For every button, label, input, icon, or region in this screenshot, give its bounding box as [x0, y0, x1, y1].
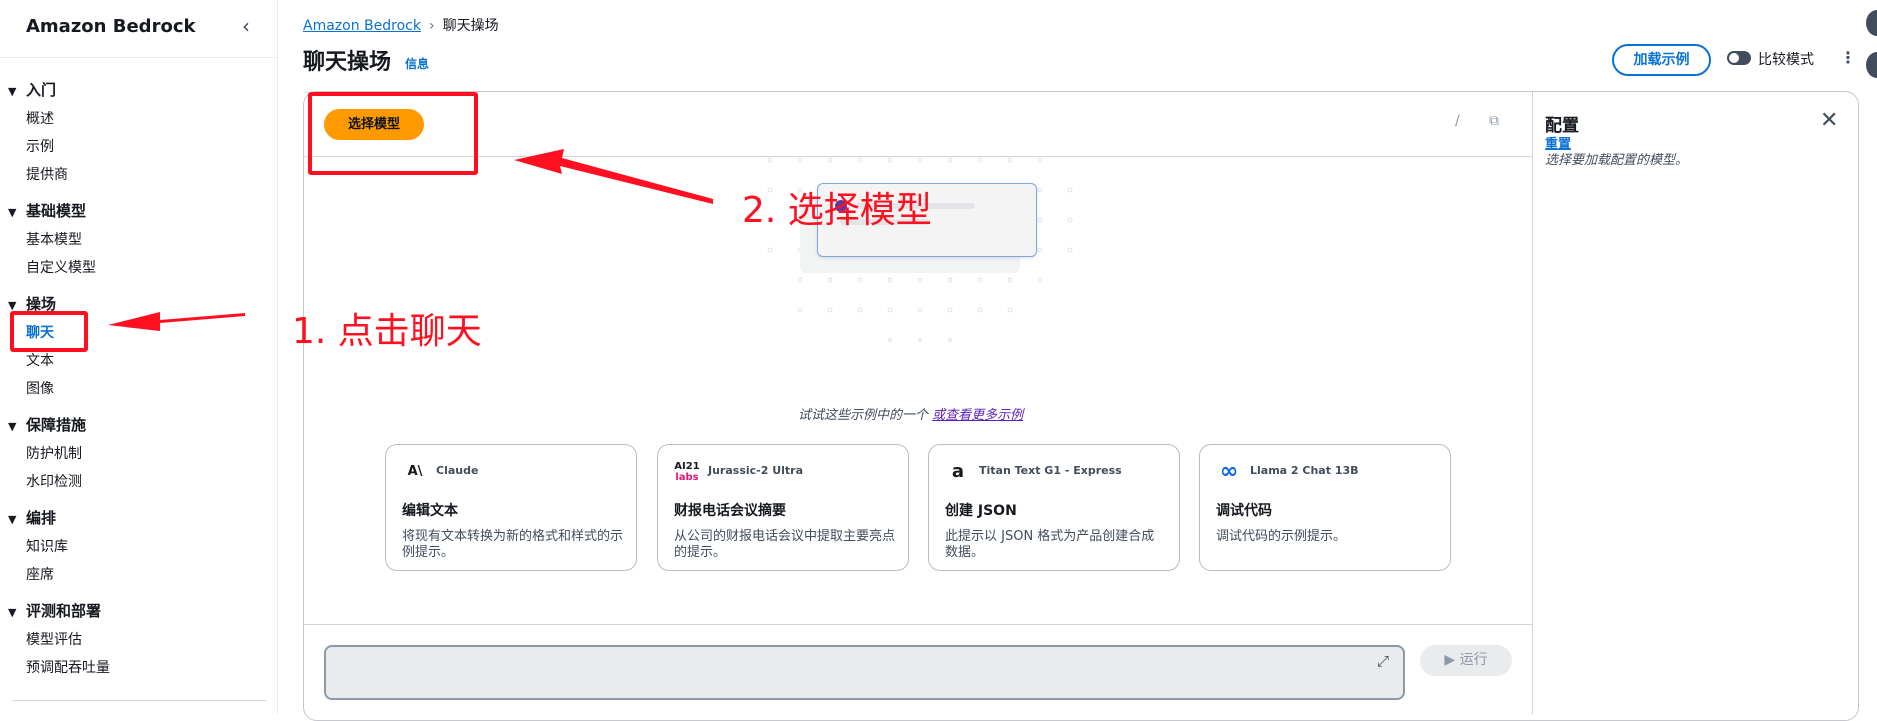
section-orchestration[interactable]: ▼ 编排 — [8, 507, 56, 528]
chat-input[interactable] — [324, 645, 1405, 700]
caret-down-icon: ▼ — [8, 513, 17, 526]
annotation-step1: 1. 点击聊天 — [292, 311, 482, 352]
card-model: Claude — [436, 464, 479, 477]
divider — [1532, 92, 1533, 714]
card-desc: 将现有文本转换为新的格式和样式的示例提示。 — [402, 529, 624, 560]
sidebar-item-text[interactable]: 文本 — [26, 350, 54, 370]
sidebar-divider — [12, 700, 266, 701]
divider — [304, 624, 1532, 625]
sidebar-item-model-evaluation[interactable]: 模型评估 — [26, 629, 82, 649]
card-desc: 此提示以 JSON 格式为产品创建合成数据。 — [945, 529, 1155, 560]
sidebar-title: Amazon Bedrock — [26, 16, 196, 37]
section-assessment[interactable]: ▼ 评测和部署 — [8, 600, 101, 621]
sidebar-item-knowledge-base[interactable]: 知识库 — [26, 536, 68, 556]
clear-brush-icon[interactable]: ∕ — [1455, 113, 1460, 129]
caret-down-icon: ▼ — [8, 420, 17, 433]
expand-icon[interactable]: ⤢ — [1377, 652, 1389, 670]
info-link[interactable]: 信息 — [405, 55, 429, 72]
ai21-logo-icon: AI21 labs — [674, 461, 700, 483]
sidebar-item-image[interactable]: 图像 — [26, 378, 54, 398]
caret-down-icon: ▼ — [8, 206, 17, 219]
more-options-icon[interactable]: ⋮ — [1840, 48, 1856, 67]
sidebar-item-custom-models[interactable]: 自定义模型 — [26, 257, 96, 277]
example-card[interactable]: a Titan Text G1 - Express 创建 JSON 此提示以 J… — [928, 444, 1180, 571]
breadcrumb-root-link[interactable]: Amazon Bedrock — [303, 18, 421, 34]
card-model: Llama 2 Chat 13B — [1250, 464, 1359, 477]
config-description: 选择要加载配置的模型。 — [1545, 153, 1689, 168]
sidebar-item-overview[interactable]: 概述 — [26, 108, 54, 128]
sidebar-item-watermark[interactable]: 水印检测 — [26, 471, 82, 491]
annotation-step2: 2. 选择模型 — [742, 190, 932, 231]
examples-prompt: 试试这些示例中的一个 或查看更多示例 — [798, 408, 1024, 423]
annotation-highlight-select-model — [308, 92, 478, 175]
card-title: 创建 JSON — [945, 503, 1017, 519]
card-model: Titan Text G1 - Express — [979, 464, 1122, 477]
caret-down-icon: ▼ — [8, 85, 17, 98]
example-card[interactable]: AI21 labs Jurassic-2 Ultra 财报电话会议摘要 从公司的财… — [657, 444, 909, 571]
sidebar-item-guardrails[interactable]: 防护机制 — [26, 443, 82, 463]
sidebar: Amazon Bedrock ‹ ▼ 入门 概述 示例 提供商 ▼ 基础模型 基本模… — [0, 0, 278, 714]
toggle-knob — [1729, 53, 1739, 63]
card-title: 调试代码 — [1216, 503, 1272, 519]
amazon-logo-icon: a — [951, 461, 965, 482]
card-model: Jurassic-2 Ultra — [708, 464, 804, 477]
section-getting-started[interactable]: ▼ 入门 — [8, 79, 56, 100]
example-card[interactable]: ∞ Llama 2 Chat 13B 调试代码 调试代码的示例提示。 — [1199, 444, 1451, 571]
view-more-examples-link[interactable]: 或查看更多示例 — [932, 408, 1023, 423]
compare-mode-toggle[interactable] — [1727, 51, 1751, 65]
load-examples-button[interactable]: 加载示例 — [1612, 44, 1711, 76]
section-foundation-models[interactable]: ▼ 基础模型 — [8, 200, 86, 221]
compare-mode-label: 比较模式 — [1758, 52, 1814, 68]
card-title: 编辑文本 — [402, 503, 458, 519]
close-icon[interactable]: ✕ — [1820, 108, 1838, 133]
sidebar-item-providers[interactable]: 提供商 — [26, 164, 68, 184]
meta-logo-icon: ∞ — [1219, 459, 1239, 484]
section-safeguards[interactable]: ▼ 保障措施 — [8, 414, 86, 435]
avatar[interactable] — [1866, 52, 1877, 78]
anthropic-logo-icon: A\ — [407, 464, 423, 479]
caret-down-icon: ▼ — [8, 606, 17, 619]
chevron-right-icon: › — [428, 18, 435, 34]
card-title: 财报电话会议摘要 — [674, 503, 786, 519]
breadcrumb: Amazon Bedrock › 聊天操场 — [303, 15, 499, 35]
sidebar-divider — [0, 57, 278, 58]
example-card[interactable]: A\ Claude 编辑文本 将现有文本转换为新的格式和样式的示例提示。 — [385, 444, 637, 571]
collapse-sidebar-icon[interactable]: ‹ — [242, 14, 250, 38]
card-desc: 从公司的财报电话会议中提取主要亮点的提示。 — [674, 529, 896, 560]
sidebar-item-base-models[interactable]: 基本模型 — [26, 229, 82, 249]
sidebar-item-examples[interactable]: 示例 — [26, 136, 54, 156]
play-icon: ▶ — [1444, 652, 1456, 668]
sidebar-item-provisioned-throughput[interactable]: 预调配吞吐量 — [26, 657, 110, 677]
run-button[interactable]: ▶ 运行 — [1420, 645, 1512, 676]
breadcrumb-current: 聊天操场 — [442, 18, 499, 34]
sidebar-item-agents[interactable]: 座席 — [26, 564, 54, 584]
copy-icon[interactable]: ⧉ — [1489, 113, 1499, 129]
annotation-highlight-chat — [10, 311, 88, 352]
card-desc: 调试代码的示例提示。 — [1216, 529, 1347, 544]
page-title: 聊天操场 — [303, 50, 392, 75]
avatar[interactable] — [1866, 10, 1877, 36]
